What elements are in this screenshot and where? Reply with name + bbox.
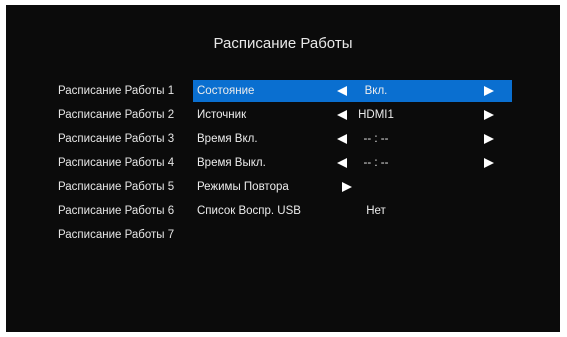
triangle-right-icon[interactable]	[483, 157, 495, 169]
setting-row-repeat-modes[interactable]: Режимы Повтора	[193, 176, 512, 198]
setting-label: Источник	[197, 109, 247, 121]
setting-value: -- : --	[363, 157, 389, 169]
schedule-item-4[interactable]: Расписание Работы 4	[58, 155, 174, 171]
schedule-item-7[interactable]: Расписание Работы 7	[58, 227, 174, 243]
setting-value: Вкл.	[364, 85, 388, 97]
schedule-item-1[interactable]: Расписание Работы 1	[58, 83, 174, 99]
setting-label: Режимы Повтора	[197, 181, 289, 193]
setting-row-source[interactable]: Источник HDMI1	[193, 104, 512, 126]
triangle-right-icon[interactable]	[483, 85, 495, 97]
schedule-item-3[interactable]: Расписание Работы 3	[58, 131, 174, 147]
setting-value: Нет	[366, 205, 386, 217]
setting-label: Список Воспр. USB	[197, 205, 301, 217]
setting-label: Время Выкл.	[197, 157, 266, 169]
triangle-right-icon[interactable]	[483, 133, 495, 145]
triangle-right-icon[interactable]	[341, 181, 353, 193]
setting-row-on-time[interactable]: Время Вкл. -- : --	[193, 128, 512, 150]
triangle-right-icon[interactable]	[483, 109, 495, 121]
setting-value: -- : --	[363, 133, 389, 145]
menu-title: Расписание Работы	[213, 35, 353, 52]
setting-value: HDMI1	[358, 109, 394, 121]
setting-label: Время Вкл.	[197, 133, 258, 145]
setting-label: Состояние	[197, 85, 255, 97]
schedule-item-5[interactable]: Расписание Работы 5	[58, 179, 174, 195]
schedule-item-6[interactable]: Расписание Работы 6	[58, 203, 174, 219]
setting-row-status[interactable]: Состояние Вкл.	[193, 80, 512, 102]
osd-screen: Расписание Работы Расписание Работы 1 Ра…	[6, 5, 560, 332]
schedule-item-2[interactable]: Расписание Работы 2	[58, 107, 174, 123]
setting-row-usb-playlist[interactable]: Список Воспр. USB Нет	[193, 200, 512, 222]
setting-row-off-time[interactable]: Время Выкл. -- : --	[193, 152, 512, 174]
